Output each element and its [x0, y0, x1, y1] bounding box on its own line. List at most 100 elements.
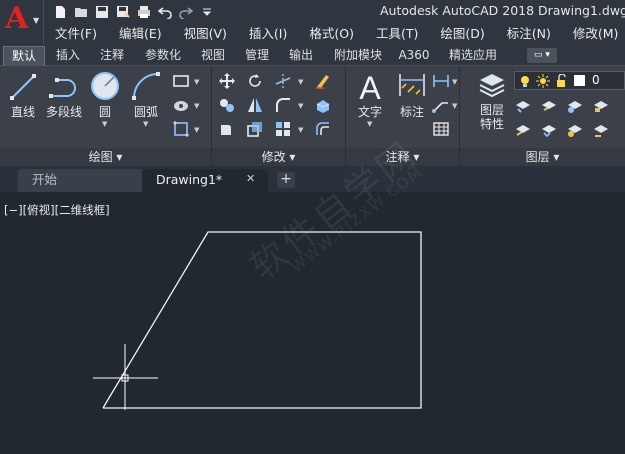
linear-dimension-icon: [433, 75, 449, 87]
fillet-tool-button[interactable]: [274, 96, 294, 116]
move-tool-button[interactable]: [218, 72, 238, 92]
title-bar: A ▼ Autodesk AutoCAD 2018 Drawing1.dwg 文…: [0, 0, 625, 45]
leader-icon: [432, 102, 448, 113]
array-tool-button[interactable]: [274, 120, 294, 140]
new-tab-button[interactable]: +: [277, 172, 295, 188]
tab-insert[interactable]: 插入: [48, 46, 88, 66]
layer-tool-7[interactable]: [566, 120, 586, 140]
polyline-tool-button[interactable]: 多段线: [42, 70, 86, 119]
layer-tool-3[interactable]: [566, 96, 586, 116]
move-icon: [219, 73, 235, 89]
boundary-icon: [173, 121, 189, 137]
tab-addins[interactable]: 附加模块: [326, 46, 390, 66]
chevron-down-icon: ▼: [102, 120, 108, 128]
layer-lock-icon: [594, 101, 608, 112]
redo-icon[interactable]: [176, 2, 195, 21]
layer-tool-1[interactable]: [514, 96, 534, 116]
menu-format[interactable]: 格式(O): [298, 24, 365, 44]
drawing-canvas[interactable]: [0, 192, 625, 454]
scale-tool-button[interactable]: [246, 120, 266, 140]
menu-modify[interactable]: 修改(M): [562, 24, 625, 44]
close-icon[interactable]: ✕: [246, 172, 255, 185]
menu-draw[interactable]: 绘图(D): [429, 24, 495, 44]
chevron-down-icon: ▼: [143, 120, 149, 128]
menu-dimension[interactable]: 标注(N): [496, 24, 562, 44]
ribbon-tab-bar: 默认 插入 注释 参数化 视图 管理 输出 附加模块 A360 精选应用 ▭ ▾: [0, 45, 625, 66]
dimension-icon: [399, 74, 425, 96]
layer-tool-8[interactable]: [592, 120, 612, 140]
tab-manage[interactable]: 管理: [236, 46, 278, 66]
linear-dim-button[interactable]: [432, 72, 452, 92]
line-tool-button[interactable]: 直线: [6, 70, 40, 119]
tab-default[interactable]: 默认: [3, 46, 45, 66]
chevron-down-icon: ▼: [452, 102, 458, 110]
menu-view[interactable]: 视图(V): [173, 24, 238, 44]
chevron-down-icon: ▼: [298, 102, 304, 110]
crosshair-cursor: [93, 344, 158, 410]
erase-tool-button[interactable]: [314, 72, 334, 92]
drawing-viewport[interactable]: 软件自学网 WWW.RJZXW.COM [−][俯视][二维线框]: [0, 133, 625, 454]
tab-annotate[interactable]: 注释: [92, 46, 132, 66]
table-tool-button[interactable]: [432, 120, 452, 140]
copy-icon: [220, 99, 234, 112]
trapezoid-shape[interactable]: [102, 231, 422, 409]
saveas-icon[interactable]: [113, 2, 132, 21]
tab-parametric[interactable]: 参数化: [137, 46, 189, 66]
application-menu-button[interactable]: A ▼: [0, 0, 44, 44]
mirror-tool-button[interactable]: [246, 96, 266, 116]
arc-tool-button[interactable]: 圆弧 ▼: [128, 70, 164, 128]
stretch-tool-button[interactable]: [218, 120, 238, 140]
tab-start[interactable]: 开始: [18, 169, 144, 192]
panel-layers-title[interactable]: 图层 ▾: [460, 148, 625, 166]
text-tool-button[interactable]: A 文字 ▼: [352, 70, 388, 128]
region-tool-button[interactable]: [172, 120, 192, 140]
layer-isolate-icon: [542, 101, 556, 111]
menu-tools[interactable]: 工具(T): [365, 24, 429, 44]
menu-insert[interactable]: 插入(I): [238, 24, 298, 44]
chevron-down-icon: ▼: [367, 120, 373, 128]
panel-draw-title[interactable]: 绘图 ▾: [0, 148, 211, 166]
tab-a360[interactable]: A360: [393, 46, 435, 66]
new-icon[interactable]: [50, 2, 69, 21]
trim-tool-button[interactable]: [274, 72, 294, 92]
chevron-down-icon: ▼: [298, 78, 304, 86]
layer-tool-5[interactable]: [514, 120, 534, 140]
ribbon-minimize-button[interactable]: ▭ ▾: [527, 48, 557, 63]
tab-featured-apps[interactable]: 精选应用: [440, 46, 506, 66]
unlock-icon: [557, 74, 566, 87]
layer-properties-button[interactable]: 图层 特性: [472, 70, 512, 131]
line-tool-label: 直线: [10, 105, 35, 119]
layer-make-current-icon: [594, 125, 608, 137]
tab-output[interactable]: 输出: [280, 46, 322, 66]
tab-view[interactable]: 视图: [193, 46, 233, 66]
menu-file[interactable]: 文件(F): [44, 24, 108, 44]
mirror-icon: [248, 98, 262, 112]
customize-icon[interactable]: [197, 2, 216, 21]
undo-icon[interactable]: [155, 2, 174, 21]
rotate-icon: [249, 74, 261, 87]
offset-tool-button[interactable]: [314, 120, 334, 140]
dimension-tool-button[interactable]: 标注: [394, 70, 430, 119]
layer-freeze-icon: [568, 101, 582, 113]
layer-tool-4[interactable]: [592, 96, 612, 116]
menu-edit[interactable]: 编辑(E): [108, 24, 173, 44]
layer-tool-6[interactable]: [540, 120, 560, 140]
layer-dropdown[interactable]: 0: [514, 71, 625, 90]
explode-tool-button[interactable]: [314, 96, 334, 116]
save-icon[interactable]: [92, 2, 111, 21]
circle-icon: [91, 72, 119, 100]
arc-tool-label: 圆弧: [133, 105, 158, 119]
rotate-tool-button[interactable]: [246, 72, 266, 92]
leader-tool-button[interactable]: [432, 96, 452, 116]
chevron-down-icon: ▼: [452, 78, 458, 86]
print-icon[interactable]: [134, 2, 153, 21]
circle-tool-button[interactable]: 圆 ▼: [88, 70, 122, 128]
dimension-tool-label: 标注: [399, 105, 424, 119]
panel-modify-title[interactable]: 修改 ▾: [212, 148, 345, 166]
chevron-down-icon: ▼: [33, 16, 40, 25]
open-icon[interactable]: [71, 2, 90, 21]
layer-tool-2[interactable]: [540, 96, 560, 116]
rectangle-tool-button[interactable]: [172, 72, 192, 92]
copy-tool-button[interactable]: [218, 96, 238, 116]
hatch-tool-button[interactable]: [172, 96, 192, 116]
